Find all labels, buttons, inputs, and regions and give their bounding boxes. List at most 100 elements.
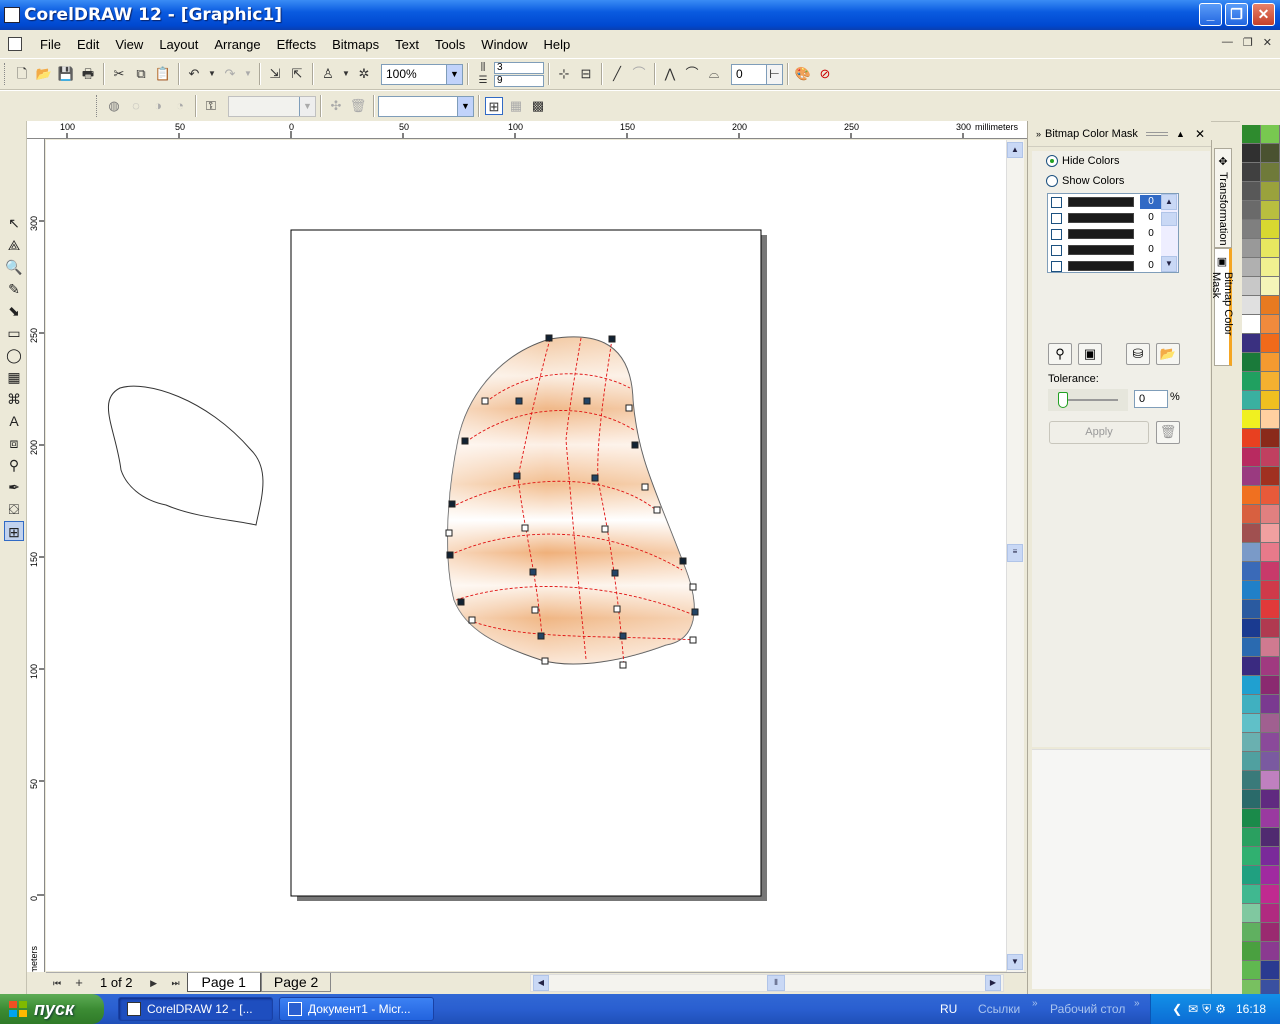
palette-swatch[interactable] bbox=[1242, 125, 1261, 144]
slider-thumb[interactable] bbox=[1058, 392, 1068, 408]
open-mask-icon[interactable]: 📂 bbox=[1156, 343, 1180, 365]
open-icon[interactable]: 📂 bbox=[35, 65, 53, 83]
tray-network-icon[interactable]: ⚙ bbox=[1215, 1002, 1226, 1016]
palette-swatch[interactable] bbox=[1242, 486, 1261, 505]
smooth-node-icon[interactable]: ⌒ bbox=[683, 65, 701, 83]
basic-shapes-tool-icon[interactable]: ⌘ bbox=[4, 389, 24, 409]
smart-fill-tool-icon[interactable]: ⬊ bbox=[4, 301, 24, 321]
palette-swatch[interactable] bbox=[1261, 315, 1280, 334]
outline-shape[interactable] bbox=[107, 385, 264, 526]
palette-swatch[interactable] bbox=[1242, 296, 1261, 315]
menu-effects[interactable]: Effects bbox=[269, 37, 325, 52]
slider-icon[interactable]: ⊢ bbox=[766, 64, 782, 84]
restore-button[interactable]: ❐ bbox=[1225, 3, 1248, 26]
last-page-icon[interactable]: ⏭ bbox=[167, 974, 185, 992]
palette-swatch[interactable] bbox=[1242, 619, 1261, 638]
palette-swatch[interactable] bbox=[1242, 562, 1261, 581]
to-curve-icon[interactable]: ⌒ bbox=[630, 65, 648, 83]
palette-swatch[interactable] bbox=[1261, 125, 1280, 144]
mesh-columns-field[interactable]: 3 bbox=[494, 61, 544, 74]
palette-swatch[interactable] bbox=[1261, 676, 1280, 695]
disabled-combo[interactable]: ▼ bbox=[228, 95, 316, 117]
application-launcher-icon[interactable]: ♙ bbox=[319, 65, 337, 83]
palette-swatch[interactable] bbox=[1261, 201, 1280, 220]
erase-icon[interactable]: ✣ bbox=[327, 97, 345, 115]
menu-text[interactable]: Text bbox=[387, 37, 427, 52]
text-tool-icon[interactable]: A bbox=[4, 411, 24, 431]
palette-swatch[interactable] bbox=[1242, 524, 1261, 543]
palette-swatch[interactable] bbox=[1261, 448, 1280, 467]
palette-swatch[interactable] bbox=[1242, 676, 1261, 695]
palette-swatch[interactable] bbox=[1261, 467, 1280, 486]
scroll-right-icon[interactable]: ▶ bbox=[985, 975, 1001, 991]
palette-swatch[interactable] bbox=[1261, 923, 1280, 942]
palette-swatch[interactable] bbox=[1242, 923, 1261, 942]
menu-arrange[interactable]: Arrange bbox=[206, 37, 268, 52]
outline-tool-icon[interactable]: ✒ bbox=[4, 477, 24, 497]
tab-page-2[interactable]: Page 2 bbox=[260, 973, 332, 992]
palette-swatch[interactable] bbox=[1261, 809, 1280, 828]
menu-layout[interactable]: Layout bbox=[151, 37, 206, 52]
shape-tool-icon[interactable]: ⟁ bbox=[4, 235, 24, 255]
doc-restore-icon[interactable]: ❐ bbox=[1243, 36, 1253, 49]
palette-swatch[interactable] bbox=[1242, 429, 1261, 448]
palette-swatch[interactable] bbox=[1261, 144, 1280, 163]
menu-edit[interactable]: Edit bbox=[69, 37, 107, 52]
palette-swatch[interactable] bbox=[1261, 714, 1280, 733]
palette-swatch[interactable] bbox=[1242, 467, 1261, 486]
palette-swatch[interactable] bbox=[1242, 201, 1261, 220]
palette-swatch[interactable] bbox=[1242, 847, 1261, 866]
clear-mesh-icon[interactable]: ⊘ bbox=[816, 65, 834, 83]
color-checkbox[interactable] bbox=[1051, 228, 1062, 240]
scroll-up-icon[interactable]: ▲ bbox=[1007, 142, 1023, 158]
palette-swatch[interactable] bbox=[1242, 220, 1261, 239]
palette-swatch[interactable] bbox=[1242, 942, 1261, 961]
add-node-icon[interactable]: ⊹ bbox=[555, 65, 573, 83]
vertical-scrollbar[interactable]: ▲ ≡ ▼ bbox=[1006, 140, 1024, 972]
scroll-up-icon[interactable]: ▲ bbox=[1161, 194, 1177, 210]
palette-swatch[interactable] bbox=[1261, 353, 1280, 372]
fill-tool-icon[interactable]: ⛋ bbox=[4, 499, 24, 519]
palette-swatch[interactable] bbox=[1242, 771, 1261, 790]
color-checkbox[interactable] bbox=[1051, 244, 1062, 256]
scroll-down-icon[interactable]: ▼ bbox=[1161, 256, 1177, 272]
palette-swatch[interactable] bbox=[1242, 657, 1261, 676]
palette-swatch[interactable] bbox=[1242, 182, 1261, 201]
coreldraw-app-icon[interactable] bbox=[4, 7, 20, 23]
docker-close-icon[interactable]: ✕ bbox=[1195, 127, 1205, 141]
save-icon[interactable]: 💾 bbox=[57, 65, 75, 83]
palette-swatch[interactable] bbox=[1261, 885, 1280, 904]
palette-swatch[interactable] bbox=[1261, 619, 1280, 638]
tab-page-1[interactable]: Page 1 bbox=[186, 973, 261, 992]
hscroll-thumb[interactable]: ⦀ bbox=[767, 975, 785, 991]
palette-swatch[interactable] bbox=[1261, 733, 1280, 752]
pick-color-icon[interactable]: 🎨 bbox=[794, 65, 812, 83]
links-toolbar[interactable]: Ссылки bbox=[978, 1002, 1020, 1016]
palette-swatch[interactable] bbox=[1261, 524, 1280, 543]
graph-paper-tool-icon[interactable]: ▦ bbox=[4, 367, 24, 387]
palette-swatch[interactable] bbox=[1242, 904, 1261, 923]
palette-swatch[interactable] bbox=[1242, 353, 1261, 372]
list-item[interactable]: 0 bbox=[1048, 258, 1178, 272]
palette-swatch[interactable] bbox=[1242, 581, 1261, 600]
scroll-thumb[interactable]: ≡ bbox=[1007, 544, 1023, 562]
new-icon[interactable]: 🗋 bbox=[13, 65, 31, 83]
launcher-dropdown-icon[interactable]: ▼ bbox=[341, 65, 351, 83]
palette-swatch[interactable] bbox=[1242, 752, 1261, 771]
paste-icon[interactable]: 📋 bbox=[154, 65, 172, 83]
zoom-tool-icon[interactable]: 🔍 bbox=[4, 257, 24, 277]
import-icon[interactable]: ⇲ bbox=[266, 65, 284, 83]
palette-swatch[interactable] bbox=[1261, 277, 1280, 296]
task-coreldraw[interactable]: CorelDRAW 12 - [... bbox=[118, 997, 273, 1021]
mesh-icon[interactable]: ⊞ bbox=[485, 97, 503, 115]
select-all-nodes-icon[interactable]: ◌ bbox=[127, 97, 145, 115]
palette-swatch[interactable] bbox=[1242, 448, 1261, 467]
curve-smoothness-field[interactable]: 0 ⊢ bbox=[731, 63, 783, 85]
tab-transformation[interactable]: ✥ Transformation bbox=[1214, 148, 1232, 248]
undo-dropdown-icon[interactable]: ▼ bbox=[207, 65, 217, 83]
palette-swatch[interactable] bbox=[1242, 239, 1261, 258]
document-icon[interactable] bbox=[8, 37, 22, 51]
palette-swatch[interactable] bbox=[1242, 790, 1261, 809]
eyedropper-tool-icon[interactable]: ⚲ bbox=[4, 455, 24, 475]
palette-swatch[interactable] bbox=[1242, 410, 1261, 429]
